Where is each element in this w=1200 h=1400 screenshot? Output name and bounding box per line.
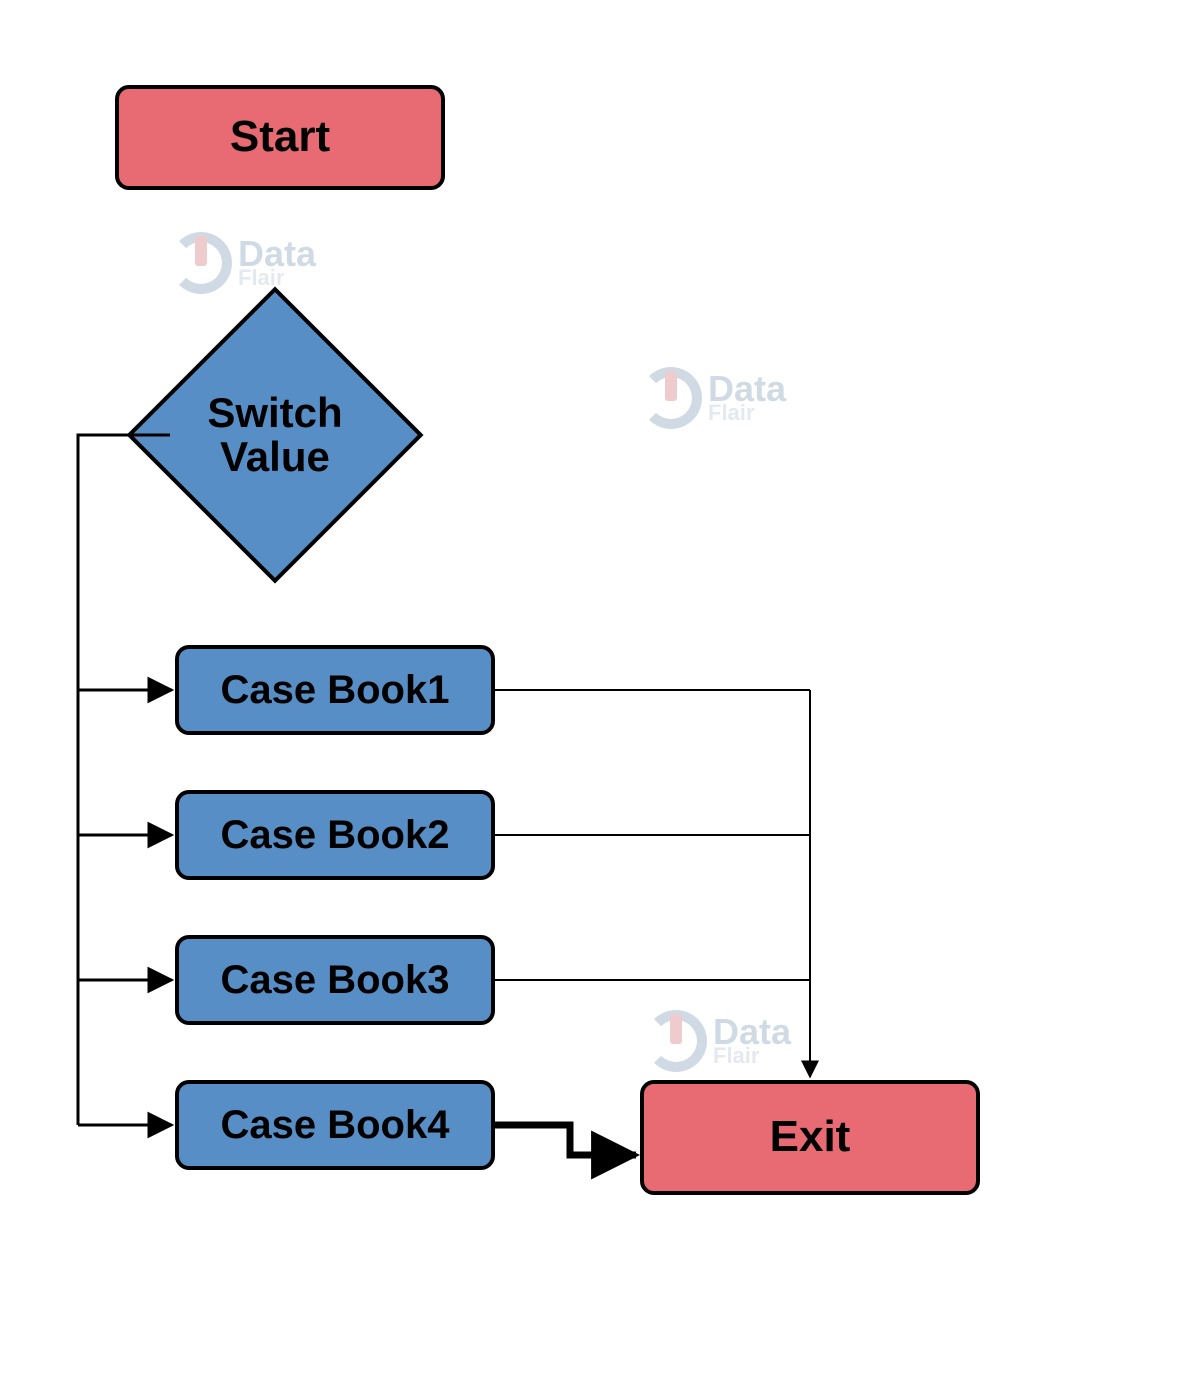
case2-node: Case Book2: [175, 790, 495, 880]
case4-node: Case Book4: [175, 1080, 495, 1170]
watermark-text: Data Flair: [238, 238, 316, 288]
watermark-1: Data Flair: [170, 232, 316, 294]
start-node: Start: [115, 85, 445, 190]
watermark-line1: Data: [713, 1016, 791, 1048]
case3-node: Case Book3: [175, 935, 495, 1025]
watermark-text: Data Flair: [708, 373, 786, 423]
watermark-line1: Data: [238, 238, 316, 270]
edge-spine: [78, 435, 170, 1125]
watermark-line1: Data: [708, 373, 786, 405]
dataflair-icon: [640, 367, 702, 429]
dataflair-icon: [170, 232, 232, 294]
watermark-line2: Flair: [238, 268, 316, 288]
start-label: Start: [230, 114, 330, 160]
case2-label: Case Book2: [221, 814, 450, 856]
decision-label: Switch Value: [207, 391, 342, 479]
dataflair-icon: [645, 1010, 707, 1072]
watermark-line2: Flair: [708, 403, 786, 423]
exit-label: Exit: [770, 1114, 851, 1160]
watermark-line2: Flair: [713, 1046, 791, 1066]
decision-node: Switch Value: [170, 330, 380, 540]
case1-node: Case Book1: [175, 645, 495, 735]
exit-node: Exit: [640, 1080, 980, 1195]
watermark-text: Data Flair: [713, 1016, 791, 1066]
edge-case4-to-exit: [495, 1125, 636, 1155]
case1-label: Case Book1: [221, 669, 450, 711]
watermark-3: Data Flair: [645, 1010, 791, 1072]
case4-label: Case Book4: [221, 1104, 450, 1146]
case3-label: Case Book3: [221, 959, 450, 1001]
watermark-2: Data Flair: [640, 367, 786, 429]
